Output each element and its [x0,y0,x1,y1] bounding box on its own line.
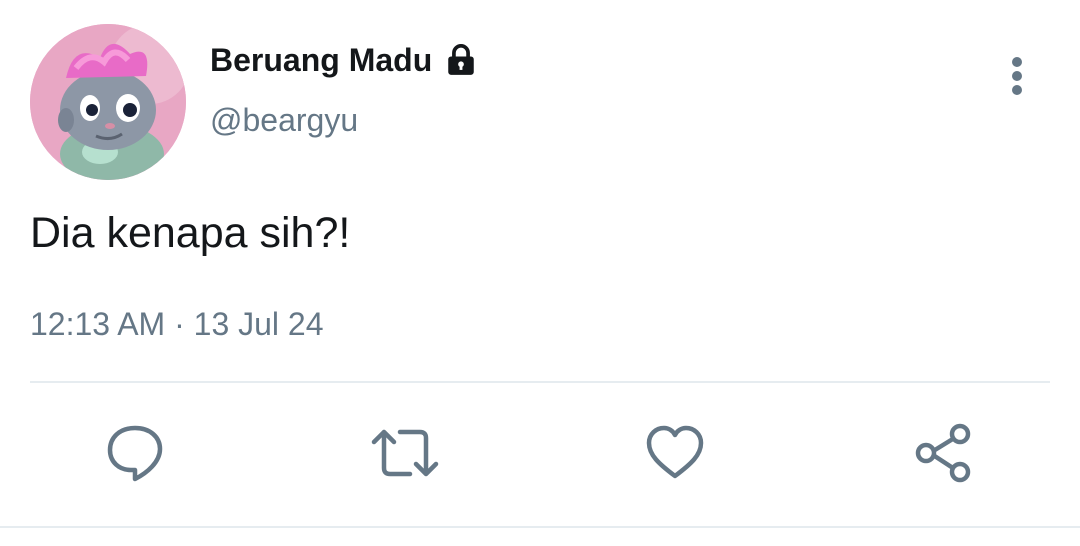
bottom-divider [0,526,1080,528]
tweet-time: 12:13 AM [30,306,166,342]
author-handle[interactable]: @beargyu [210,100,358,140]
more-vertical-icon [1012,57,1022,95]
tweet-text: Dia kenapa sih?! [30,209,351,257]
lock-icon [448,44,474,75]
more-options-button[interactable] [1000,54,1034,98]
author-display-name[interactable]: Beruang Madu [210,40,478,80]
like-icon [646,425,704,479]
share-icon [915,423,971,483]
avatar-image [30,24,186,180]
tweet-timestamp[interactable]: 12:13 AM · 13 Jul 24 [30,302,324,346]
meta-separator: · [174,306,185,342]
divider [30,381,1050,383]
reply-icon [107,425,163,482]
retweet-button[interactable] [370,422,440,484]
like-button[interactable] [645,422,705,484]
author-name-text[interactable]: Beruang Madu [210,40,432,80]
share-button[interactable] [913,422,973,484]
tweet-date: 13 Jul 24 [193,306,324,342]
avatar[interactable] [30,24,186,180]
retweet-icon [371,429,439,477]
reply-button[interactable] [105,422,165,484]
